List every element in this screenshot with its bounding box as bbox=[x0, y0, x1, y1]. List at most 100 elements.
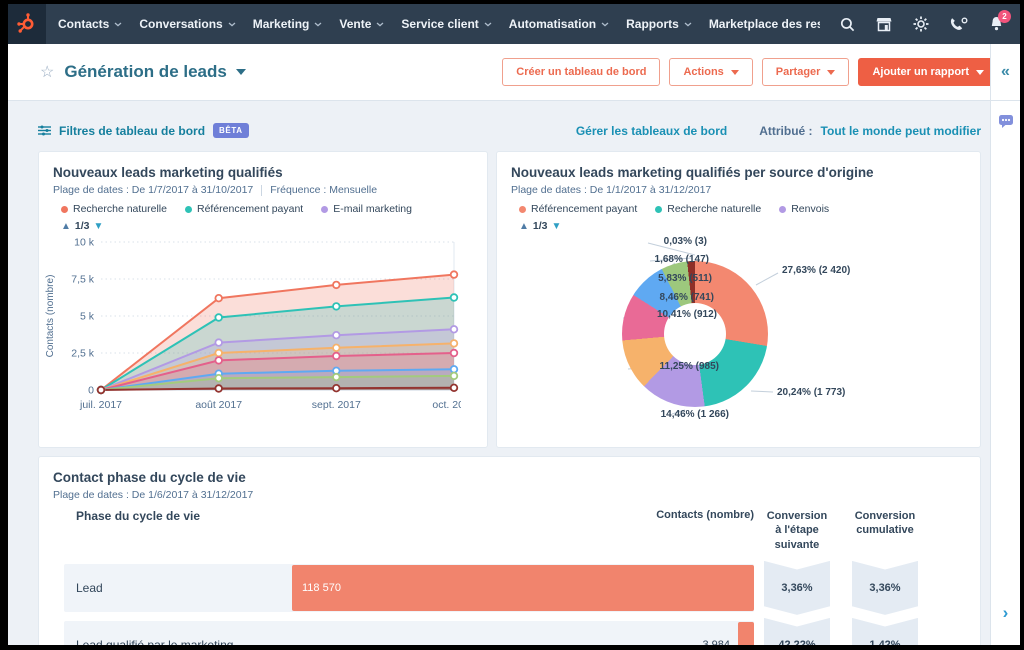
create-dashboard-button[interactable]: Créer un tableau de bord bbox=[502, 58, 661, 86]
card-title: Nouveaux leads marketing qualifiés bbox=[53, 165, 283, 180]
filter-bar: Filtres de tableau de bord BÊTA Gérer le… bbox=[38, 123, 981, 138]
card-mql-by-source: Nouveaux leads marketing qualifiés per s… bbox=[496, 151, 981, 448]
pie-chart: 27,63% (2 420) 20,24% (1 773) 14,46% (1 26… bbox=[497, 234, 980, 449]
pager-up-icon[interactable]: ▲ bbox=[61, 221, 71, 232]
card-subtitle: Plage de dates : De 1/1/2017 à 31/12/201… bbox=[511, 184, 712, 196]
funnel-row: Lead 118 570 3,36% 3,36% bbox=[64, 560, 980, 615]
right-rail: « › bbox=[990, 44, 1020, 645]
nav-item[interactable]: Contacts bbox=[58, 17, 122, 31]
chevron-down-icon bbox=[376, 22, 384, 26]
nav-menu: Contacts Conversations Marketing Vente Servi… bbox=[58, 17, 820, 31]
cumulative-conversion-cell: 3,36% bbox=[852, 560, 918, 615]
card-lifecycle-funnel: Contact phase du cycle de vie Plage de d… bbox=[38, 456, 981, 645]
dashboard-filters[interactable]: Filtres de tableau de bord BÊTA bbox=[38, 123, 249, 138]
step-conversion-cell: 3,36% bbox=[764, 560, 830, 615]
funnel-stage-label: Lead bbox=[76, 580, 103, 595]
actions-button[interactable]: Actions bbox=[669, 58, 753, 86]
nav-item[interactable]: Rapports bbox=[626, 17, 692, 31]
caret-down-icon bbox=[976, 69, 984, 75]
nav-item[interactable]: Automatisation bbox=[509, 17, 609, 31]
pie-slice-label: 14,46% (1 266) bbox=[660, 409, 729, 420]
beta-badge: BÊTA bbox=[213, 123, 249, 138]
assigned-value-link[interactable]: Tout le monde peut modifier bbox=[821, 124, 981, 138]
col-contacts-count: Contacts (nombre) bbox=[656, 509, 754, 521]
svg-text:juil. 2017: juil. 2017 bbox=[79, 399, 122, 411]
chevron-down-icon bbox=[114, 22, 122, 26]
filter-bar-right: Gérer les tableaux de bord Attribué : To… bbox=[576, 124, 981, 138]
nav-item[interactable]: Service client bbox=[401, 17, 492, 31]
card-title: Nouveaux leads marketing qualifiés per s… bbox=[511, 165, 874, 180]
page-header: ☆ Génération de leads Créer un tableau d… bbox=[8, 44, 1020, 101]
filters-label: Filtres de tableau de bord bbox=[59, 123, 206, 138]
nav-item[interactable]: Marketing bbox=[253, 17, 323, 31]
step-conversion-cell: 42,22% bbox=[764, 617, 830, 645]
svg-text:Contacts (nombre): Contacts (nombre) bbox=[45, 275, 56, 358]
col-cumulative-conversion: Conversion cumulative bbox=[854, 510, 916, 537]
nav-item[interactable]: Marketplace des ressources bbox=[709, 17, 820, 31]
share-button[interactable]: Partager bbox=[761, 58, 850, 86]
legend-dot bbox=[779, 205, 787, 213]
collapse-panel-icon[interactable]: « bbox=[1001, 64, 1010, 80]
chevron-down-icon bbox=[314, 22, 322, 26]
filters-icon bbox=[38, 125, 51, 136]
pie-slice-label: 8,46% (741) bbox=[659, 292, 714, 303]
legend-item[interactable]: Recherche naturelle bbox=[655, 203, 761, 215]
pie-slice-label: 1,68% (147) bbox=[654, 254, 709, 265]
manage-dashboards-link[interactable]: Gérer les tableaux de bord bbox=[576, 124, 727, 138]
legend-item[interactable]: E-mail marketing bbox=[321, 203, 412, 215]
funnel-header: Phase du cycle de vie Contacts (nombre) … bbox=[64, 509, 980, 552]
pie-slice-label: 0,03% (3) bbox=[663, 236, 707, 247]
svg-text:sept. 2017: sept. 2017 bbox=[312, 399, 361, 411]
dashboard-selector-caret[interactable] bbox=[235, 69, 246, 75]
funnel-value: 3 984 bbox=[702, 638, 730, 645]
svg-text:5 k: 5 k bbox=[80, 311, 95, 323]
legend-dot bbox=[519, 205, 526, 213]
pie-slice-label: 11,25% (985) bbox=[659, 361, 720, 372]
svg-text:oct. 2017: oct. 2017 bbox=[432, 399, 461, 411]
pie-chart-legend: Référencement payant Recherche naturelle R… bbox=[519, 203, 966, 215]
legend-item[interactable]: Référencement payant bbox=[519, 203, 637, 215]
pie-slice-label: 5,83% (511) bbox=[658, 273, 712, 284]
line-chart-legend: Recherche naturelle Référencement payant E… bbox=[61, 203, 473, 215]
marketplace-icon[interactable] bbox=[876, 17, 892, 32]
hubspot-logo[interactable] bbox=[8, 4, 46, 44]
funnel-bar[interactable]: 118 570 bbox=[292, 564, 754, 611]
calls-phone-icon[interactable] bbox=[950, 17, 968, 32]
funnel-row: Lead qualifié par le marketing 3 984 42,… bbox=[64, 617, 980, 645]
chevron-down-icon bbox=[484, 22, 492, 26]
pager-up-icon[interactable]: ▲ bbox=[519, 221, 529, 232]
legend-item[interactable]: Référencement payant bbox=[184, 203, 303, 215]
legend-item[interactable]: Recherche naturelle bbox=[61, 203, 167, 215]
line-chart-svg[interactable]: 10 k 7,5 k 5 k 2,5 k 0 juil. 2017 août 2017 sep… bbox=[39, 234, 476, 434]
svg-text:août 2017: août 2017 bbox=[195, 399, 242, 411]
sprocket-icon bbox=[17, 13, 34, 33]
card-new-mql: Nouveaux leads marketing qualifiés Plage… bbox=[38, 151, 488, 448]
col-step-conversion: Conversion à l'étape suivante bbox=[766, 510, 828, 551]
comments-icon[interactable] bbox=[998, 114, 1014, 129]
favorite-star-icon[interactable]: ☆ bbox=[40, 62, 54, 82]
cards-row: Nouveaux leads marketing qualifiés Plage… bbox=[38, 151, 981, 448]
search-icon[interactable] bbox=[840, 17, 855, 32]
notifications-bell-icon[interactable]: 2 bbox=[989, 10, 1011, 32]
svg-text:0: 0 bbox=[88, 385, 94, 397]
funnel-bar[interactable] bbox=[738, 621, 754, 645]
legend-dot bbox=[655, 205, 663, 213]
next-page-chevron-icon[interactable]: › bbox=[991, 604, 1020, 621]
legend-item[interactable]: Renvois bbox=[779, 203, 829, 215]
pager-down-icon[interactable]: ▼ bbox=[94, 221, 104, 232]
assigned-label: Attribué : bbox=[759, 123, 813, 138]
svg-text:2,5 k: 2,5 k bbox=[71, 348, 95, 360]
add-report-button[interactable]: Ajouter un rapport bbox=[858, 58, 998, 86]
funnel-table: Phase du cycle de vie Contacts (nombre) … bbox=[64, 509, 980, 645]
col-lifecycle-stage: Phase du cycle de vie bbox=[76, 509, 201, 523]
card-subtitle: Plage de dates : De 1/7/2017 à 31/10/201… bbox=[53, 184, 378, 196]
cumulative-conversion-cell: 1,42% bbox=[852, 617, 918, 645]
nav-item[interactable]: Vente bbox=[339, 17, 384, 31]
svg-text:7,5 k: 7,5 k bbox=[71, 274, 95, 286]
settings-gear-icon[interactable] bbox=[913, 16, 929, 32]
legend-dot bbox=[321, 205, 329, 213]
legend-pager: ▲ 1/3 ▼ bbox=[61, 220, 104, 232]
nav-item[interactable]: Conversations bbox=[139, 17, 236, 31]
pager-down-icon[interactable]: ▼ bbox=[552, 221, 562, 232]
caret-down-icon bbox=[730, 69, 739, 75]
